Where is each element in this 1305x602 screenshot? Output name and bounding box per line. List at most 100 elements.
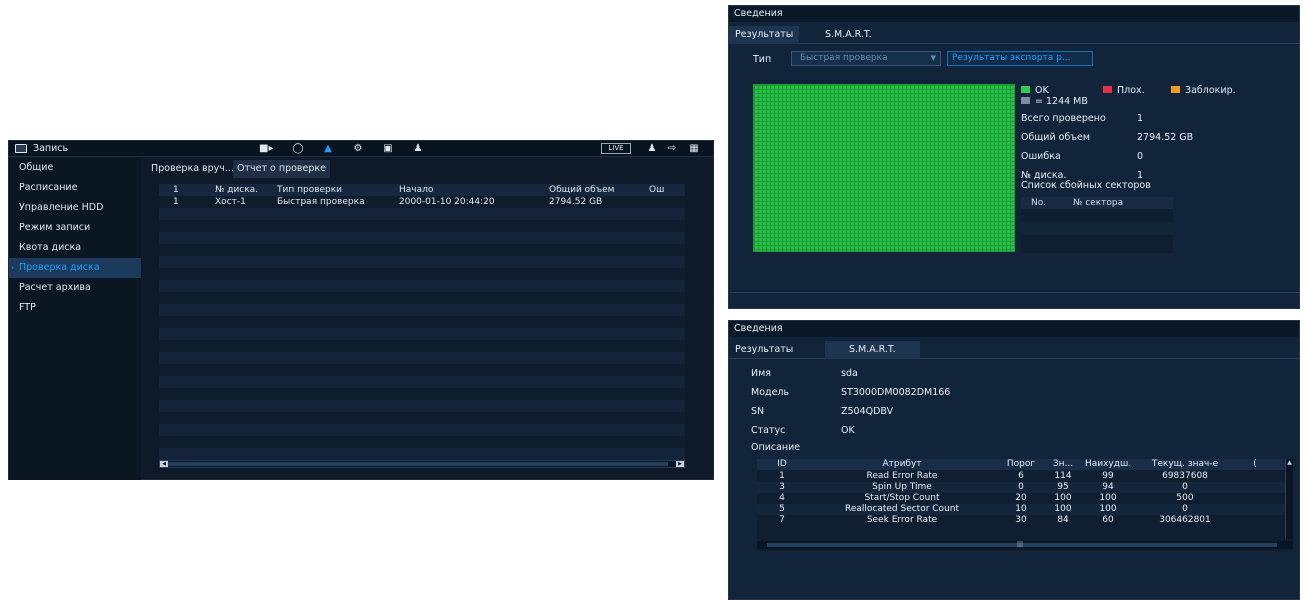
table-cell: 3	[779, 482, 785, 492]
table-row[interactable]	[159, 388, 685, 400]
info-value-model: ST3000DM0082DM166	[841, 387, 951, 398]
table-cell: 306462801	[1159, 515, 1211, 525]
storage-icon[interactable]: ▲	[321, 143, 335, 155]
system-settings-icon[interactable]: ⚙	[351, 143, 365, 155]
table-row[interactable]	[159, 424, 685, 436]
column-header[interactable]: Порог	[997, 459, 1045, 470]
grid-menu-icon[interactable]: ▦	[687, 143, 701, 155]
column-header[interactable]: Зн...	[1045, 459, 1081, 470]
table-row[interactable]	[159, 376, 685, 388]
scroll-left-icon[interactable]: ◀	[160, 461, 168, 467]
column-header[interactable]: Тип проверки	[277, 184, 342, 196]
column-header[interactable]: ID	[757, 459, 807, 470]
sidebar-item-disk-quota[interactable]: Квота диска	[9, 238, 141, 258]
table-row[interactable]: 3 Spin Up Time 0 95 94 0	[757, 482, 1285, 493]
content-area: Проверка вруч... Отчет о проверке 1 № дис…	[143, 158, 714, 480]
table-row[interactable]: 4 Start/Stop Count 20 100 100 500	[757, 493, 1285, 504]
sidebar-item-label: Управление HDD	[19, 202, 104, 213]
chevron-down-icon: ▼	[930, 54, 936, 62]
sidebar-item-general[interactable]: Общие	[9, 158, 141, 178]
tab-smart[interactable]: S.M.A.R.T.	[825, 341, 920, 359]
table-row[interactable]	[159, 448, 685, 460]
table-cell: 95	[1057, 482, 1069, 492]
column-header[interactable]: Ош	[649, 184, 664, 196]
column-header[interactable]: Общий объем	[549, 184, 614, 196]
check-type-select[interactable]: Быстрая проверка ▼	[791, 51, 941, 66]
scroll-up-icon[interactable]: ▲	[1287, 459, 1292, 466]
table-row[interactable]	[159, 412, 685, 424]
table-cell: 20	[1015, 493, 1027, 503]
stat-label-error: Ошибка	[1021, 151, 1061, 162]
sidebar-item-hdd-manager[interactable]: Управление HDD	[9, 198, 141, 218]
account-icon[interactable]: ♟	[411, 143, 425, 155]
vertical-scrollbar[interactable]: ▲	[1285, 459, 1293, 539]
info-label-name: Имя	[751, 368, 771, 379]
column-header[interactable]: 1	[173, 184, 179, 196]
table-row[interactable]: 1 Хост-1 Быстрая проверка 2000-01-10 20:44:…	[159, 196, 685, 208]
scroll-right-icon[interactable]: ▶	[676, 461, 684, 467]
table-cell: 99	[1102, 471, 1114, 481]
horizontal-scrollbar[interactable]: ◀ ▶	[159, 460, 685, 468]
blocked-swatch	[1171, 86, 1180, 93]
info-label-status: Статус	[751, 425, 786, 436]
sidebar-item-disk-check[interactable]: › Проверка диска	[9, 258, 141, 278]
network-icon[interactable]: ◯	[291, 143, 305, 155]
table-row[interactable]: 1 Read Error Rate 6 114 99 69837608	[757, 471, 1285, 482]
tab-results[interactable]: Результаты	[729, 341, 799, 359]
column-header[interactable]: Текущ. знач-е	[1135, 459, 1235, 470]
unit-swatch	[1021, 97, 1030, 104]
column-header[interactable]: Начало	[399, 184, 433, 196]
table-row[interactable]: 5 Reallocated Sector Count 10 100 100 0	[757, 504, 1285, 515]
bad-sectors-table: No. № сектора	[1021, 197, 1173, 253]
hdd-icon	[15, 144, 27, 153]
column-header[interactable]: № диска.	[215, 184, 258, 196]
table-row[interactable]	[159, 232, 685, 244]
sidebar-item-record-mode[interactable]: Режим записи	[9, 218, 141, 238]
table-row[interactable]	[159, 256, 685, 268]
column-header[interactable]: Атрибут	[807, 459, 997, 470]
table-row[interactable]	[159, 268, 685, 280]
user-icon[interactable]: ♟	[645, 143, 659, 155]
table-row[interactable]	[159, 208, 685, 220]
sidebar-item-ftp[interactable]: FTP	[9, 298, 141, 318]
table-row[interactable]	[159, 244, 685, 256]
table-row[interactable]	[159, 316, 685, 328]
sector-map	[753, 84, 1015, 252]
table-row[interactable]	[159, 292, 685, 304]
table-cell: 6	[1018, 471, 1024, 481]
stat-value-total-checked: 1	[1137, 113, 1144, 124]
table-cell: 1	[173, 197, 179, 207]
export-results-button[interactable]: Результаты экспорта р...	[947, 51, 1093, 66]
tab-smart[interactable]: S.M.A.R.T.	[819, 26, 878, 44]
sidebar-item-archive-calc[interactable]: Расчет архива	[9, 278, 141, 298]
tab-check-report[interactable]: Отчет о проверке	[233, 160, 330, 178]
table-row[interactable]: 7 Seek Error Rate 30 84 60 306462801	[757, 515, 1285, 526]
horizontal-scrollbar[interactable]: |||	[757, 541, 1293, 549]
table-row[interactable]	[159, 280, 685, 292]
table-row[interactable]	[159, 400, 685, 412]
table-row[interactable]	[159, 220, 685, 232]
table-cell: 2794.52 GB	[549, 197, 603, 207]
table-row	[1021, 222, 1173, 235]
table-row[interactable]	[159, 352, 685, 364]
table-row[interactable]	[159, 436, 685, 448]
sidebar-item-schedule[interactable]: Расписание	[9, 178, 141, 198]
column-header[interactable]: (	[1235, 459, 1275, 470]
tab-manual-check[interactable]: Проверка вруч...	[147, 160, 238, 178]
table-row[interactable]	[159, 328, 685, 340]
info-value-sn: Z504QDBV	[841, 406, 894, 417]
panel-title: Сведения	[729, 6, 1299, 22]
scrollbar-thumb[interactable]	[168, 462, 668, 466]
table-row[interactable]	[159, 304, 685, 316]
stat-value-capacity: 2794.52 GB	[1137, 132, 1194, 143]
info-label-sn: SN	[751, 406, 765, 417]
security-icon[interactable]: ▣	[381, 143, 395, 155]
table-cell: Spin Up Time	[872, 482, 932, 492]
table-row[interactable]	[159, 340, 685, 352]
live-button[interactable]: LIVE	[601, 143, 631, 154]
table-row[interactable]	[159, 364, 685, 376]
tab-results[interactable]: Результаты	[729, 26, 800, 44]
column-header[interactable]: Наихудш.	[1081, 459, 1135, 470]
logout-icon[interactable]: ⇨	[665, 143, 679, 155]
camera-icon[interactable]: ■▸	[259, 143, 273, 155]
